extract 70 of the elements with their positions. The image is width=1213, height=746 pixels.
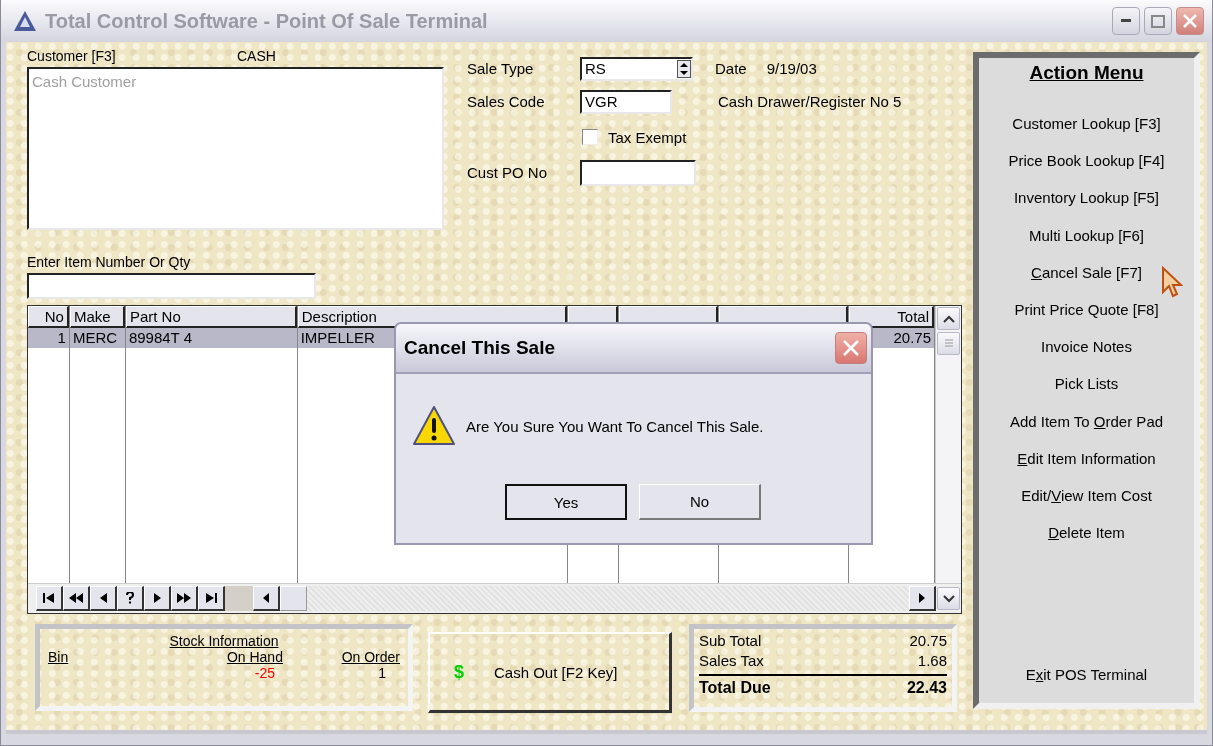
on-order-value: 1 <box>378 665 386 681</box>
menu-item[interactable]: Customer Lookup [F3] <box>1012 105 1161 143</box>
scroll-left-icon[interactable] <box>253 586 280 611</box>
table-cell: 1 <box>28 328 69 348</box>
date-value: 9/19/03 <box>766 60 817 77</box>
warning-icon <box>412 404 456 448</box>
stock-title: Stock Information <box>168 633 280 649</box>
bin-label: Bin <box>48 649 69 665</box>
customer-memo-field[interactable]: Cash Customer <box>27 67 444 230</box>
menu-item[interactable]: Pick Lists <box>1054 365 1119 403</box>
close-button[interactable] <box>1176 7 1204 35</box>
register-label: Cash Drawer/Register No 5 <box>718 93 902 110</box>
cash-out-button[interactable]: $ Cash Out [F2 Key] <box>428 632 672 713</box>
menu-item[interactable]: Price Book Lookup [F4] <box>1008 142 1165 180</box>
date-label: Date <box>715 60 747 77</box>
total-value: 1.68 <box>917 651 947 671</box>
menu-item[interactable]: Print Price Quote [F8] <box>1014 290 1159 329</box>
on-hand-label: On Hand <box>226 649 283 665</box>
window-title: Total Control Software - Point Of Sale Terminal <box>45 9 489 33</box>
sale-type-spinner[interactable]: RS <box>580 56 693 81</box>
minimize-icon <box>1121 19 1131 23</box>
scroll-right-icon[interactable] <box>909 586 936 611</box>
dialog-button[interactable]: Yes <box>505 484 627 520</box>
total-value: 22.43 <box>906 678 947 698</box>
column-header[interactable]: Make <box>69 306 125 328</box>
menu-item[interactable]: Cancel Sale [F7] <box>1031 253 1142 291</box>
column-header[interactable]: Total <box>849 306 934 328</box>
sales-code-field[interactable]: VGR <box>580 89 672 114</box>
scroll-down-icon[interactable] <box>937 587 960 610</box>
cust-po-field[interactable] <box>580 159 696 186</box>
menu-item[interactable]: Add Item To Order Pad <box>1009 402 1164 440</box>
item-entry-field[interactable] <box>27 273 316 299</box>
menu-item[interactable]: Multi Lookup [F6] <box>1028 216 1145 254</box>
total-label: Sub Total <box>699 631 762 651</box>
on-order-label: On Order <box>341 649 400 665</box>
tax-exempt-label: Tax Exempt <box>608 128 687 146</box>
total-label: Sales Tax <box>699 651 764 671</box>
menu-title: Action Menu <box>1029 62 1144 84</box>
total-value: 20.75 <box>909 631 947 651</box>
close-button[interactable] <box>835 332 867 364</box>
dialog-message: Are You Sure You Want To Cancel This Sale. <box>466 417 764 435</box>
total-label: Total Due <box>699 678 771 698</box>
on-hand-value: -25 <box>254 665 275 681</box>
column-header[interactable]: No <box>28 306 69 328</box>
table-cell: MERC <box>69 328 125 348</box>
column-header[interactable]: Part No <box>125 306 297 328</box>
menu-item[interactable]: Invoice Notes <box>1041 328 1132 366</box>
scroll-up-icon[interactable] <box>937 307 960 330</box>
menu-item[interactable]: Inventory Lookup [F5] <box>1013 179 1160 217</box>
app-logo-icon <box>13 10 37 32</box>
menu-item[interactable]: Edit Item Information <box>1017 439 1156 477</box>
minimize-button[interactable] <box>1112 7 1140 35</box>
sales-code-label: Sales Code <box>467 93 545 110</box>
exit-button[interactable]: Exit POS Terminal <box>1025 655 1148 693</box>
customer-label: Customer [F3] <box>27 48 117 66</box>
dialog-button[interactable]: No <box>639 484 761 520</box>
mouse-cursor-icon <box>1161 266 1183 298</box>
close-icon <box>1182 13 1198 29</box>
menu-item[interactable]: Edit/View Item Cost <box>1021 476 1152 515</box>
customer-code: CASH <box>237 48 276 66</box>
cust-po-label: Cust PO No <box>467 164 548 181</box>
scroll-thumb[interactable] <box>937 332 960 355</box>
close-icon <box>842 339 860 357</box>
help-icon[interactable] <box>117 586 144 611</box>
tax-exempt-checkbox[interactable] <box>582 129 598 145</box>
maximize-icon <box>1151 14 1165 28</box>
menu-item[interactable]: Delete Item <box>1048 514 1125 552</box>
table-cell: 89984T 4 <box>125 328 297 348</box>
sale-type-label: Sale Type <box>467 60 534 77</box>
item-entry-label: Enter Item Number Or Qty <box>27 254 192 270</box>
